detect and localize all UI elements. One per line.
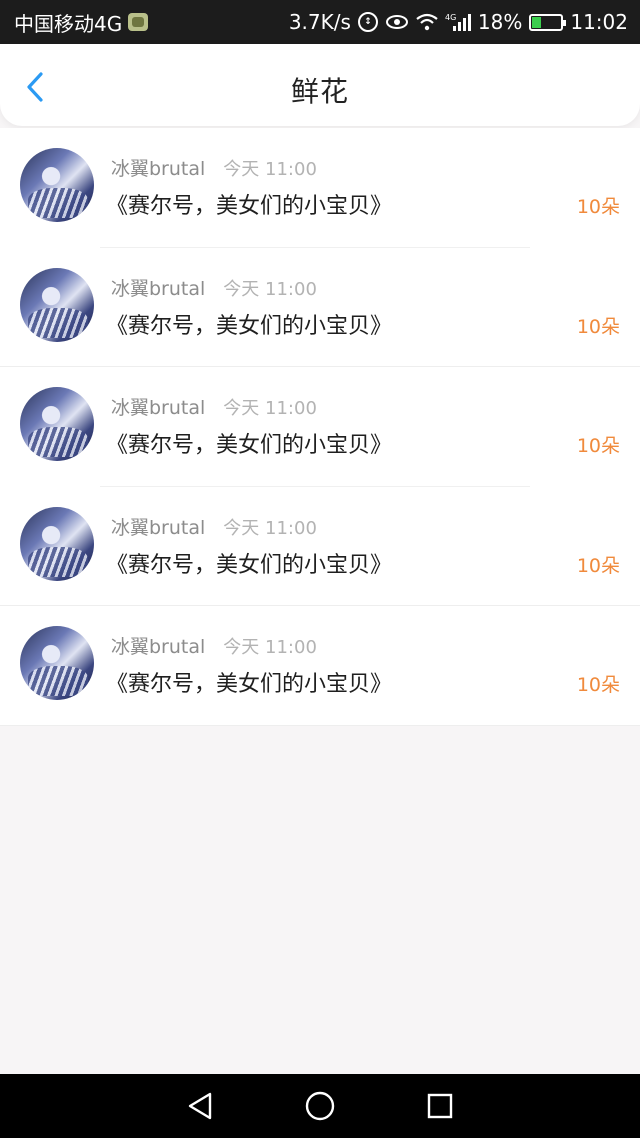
battery-icon: [529, 13, 567, 31]
signal-icon: 4G: [445, 12, 471, 32]
item-meta: 冰翼brutal 今天 11:00: [111, 393, 317, 420]
sim-app-icon: [128, 13, 149, 31]
flower-count: 10朵: [576, 674, 620, 696]
nav-recent-button[interactable]: [420, 1086, 460, 1126]
timestamp: 今天 11:00: [223, 278, 317, 300]
carrier-label: 中国移动4G: [14, 11, 123, 36]
square-recent-icon: [427, 1093, 453, 1119]
clock: 11:02: [570, 10, 628, 34]
status-left: 中国移动4G: [14, 8, 149, 37]
signal-network-label: 4G: [445, 13, 456, 22]
avatar[interactable]: [20, 506, 94, 581]
app-header: 鲜花: [0, 44, 640, 126]
username[interactable]: 冰翼brutal: [111, 632, 205, 659]
timestamp: 今天 11:00: [223, 517, 317, 539]
timestamp: 今天 11:00: [223, 159, 317, 180]
item-meta: 冰翼brutal 今天 11:00: [111, 154, 317, 181]
flower-count: 10朵: [576, 554, 620, 577]
username[interactable]: 冰翼brutal: [111, 154, 205, 181]
flower-count: 10朵: [576, 315, 620, 338]
wifi-icon: [416, 13, 438, 31]
avatar[interactable]: [20, 148, 94, 222]
timestamp: 今天 11:00: [223, 637, 317, 658]
item-meta: 冰翼brutal 今天 11:00: [111, 513, 317, 540]
network-speed: 3.7K/s: [288, 10, 351, 34]
hd-icon: ↕: [357, 12, 378, 32]
avatar[interactable]: [20, 387, 94, 461]
eye-icon: [385, 14, 409, 30]
item-meta: 冰翼brutal 今天 11:00: [111, 632, 317, 659]
circle-home-icon: [305, 1091, 335, 1121]
book-title[interactable]: 《赛尔号，美女们的小宝贝》: [106, 666, 392, 698]
triangle-back-icon: [188, 1092, 212, 1120]
list-item[interactable]: 冰翼brutal 今天 11:00 《赛尔号，美女们的小宝贝》 10朵: [0, 606, 640, 726]
flower-count: 10朵: [576, 435, 620, 457]
list-item[interactable]: 冰翼brutal 今天 11:00 《赛尔号，美女们的小宝贝》 10朵: [0, 367, 640, 487]
item-meta: 冰翼brutal 今天 11:00: [111, 274, 317, 301]
book-title[interactable]: 《赛尔号，美女们的小宝贝》: [106, 547, 392, 579]
avatar[interactable]: [20, 267, 94, 342]
status-bar: 中国移动4G 3.7K/s ↕ 4G 18% 11:02: [0, 0, 640, 44]
avatar[interactable]: [20, 626, 94, 700]
book-title[interactable]: 《赛尔号，美女们的小宝贝》: [106, 308, 392, 340]
flower-list: 冰翼brutal 今天 11:00 《赛尔号，美女们的小宝贝》 10朵 冰翼br…: [0, 128, 640, 726]
status-right: 3.7K/s ↕ 4G 18% 11:02: [289, 10, 628, 34]
username[interactable]: 冰翼brutal: [111, 393, 205, 420]
battery-percent: 18%: [477, 10, 523, 34]
battery-level: [532, 16, 542, 28]
system-nav-bar: [0, 1074, 640, 1138]
list-item[interactable]: 冰翼brutal 今天 11:00 《赛尔号，美女们的小宝贝》 10朵: [0, 486, 640, 606]
timestamp: 今天 11:00: [223, 398, 317, 419]
book-title[interactable]: 《赛尔号，美女们的小宝贝》: [106, 427, 392, 459]
page-title: 鲜花: [290, 75, 349, 108]
book-title[interactable]: 《赛尔号，美女们的小宝贝》: [106, 188, 392, 220]
nav-back-button[interactable]: [180, 1086, 220, 1126]
username[interactable]: 冰翼brutal: [111, 274, 205, 301]
flower-count: 10朵: [576, 196, 620, 218]
username[interactable]: 冰翼brutal: [111, 513, 205, 540]
list-item[interactable]: 冰翼brutal 今天 11:00 《赛尔号，美女们的小宝贝》 10朵: [0, 247, 640, 367]
screen: 中国移动4G 3.7K/s ↕ 4G 18% 11:02 鲜花 冰翼brutal…: [0, 0, 640, 1138]
nav-home-button[interactable]: [300, 1086, 340, 1126]
list-item[interactable]: 冰翼brutal 今天 11:00 《赛尔号，美女们的小宝贝》 10朵: [0, 128, 640, 248]
